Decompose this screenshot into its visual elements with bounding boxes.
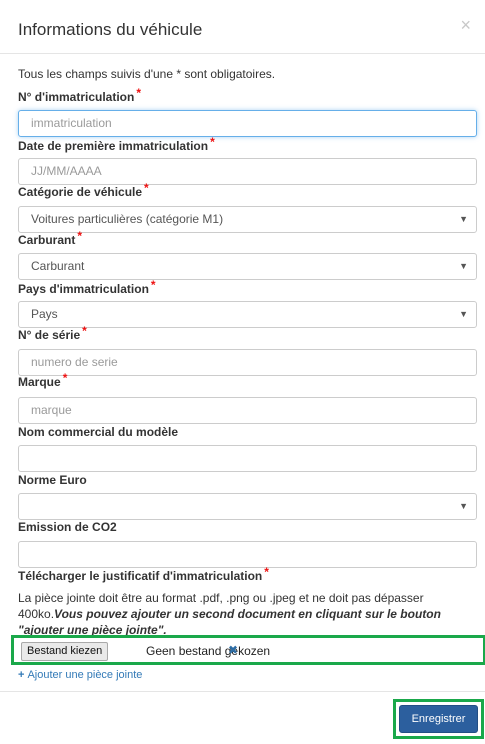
- dropdown-caret-icon: ▼: [459, 214, 468, 224]
- co2-label: Emission de CO2: [18, 520, 117, 534]
- categorie-label-text: Catégorie de véhicule: [18, 185, 143, 199]
- dropdown-caret-icon: ▼: [459, 501, 468, 511]
- no-file-text: Geen bestand gekozen: [146, 644, 271, 658]
- add-attachment-label: Ajouter une pièce jointe: [27, 669, 143, 681]
- dropdown-caret-icon: ▼: [459, 261, 468, 271]
- save-button-highlight: Enregistrer: [393, 699, 484, 739]
- upload-help-bold: Vous pouvez ajouter un second document e…: [18, 607, 441, 637]
- required-star: *: [144, 181, 149, 195]
- carburant-selected-value: Carburant: [31, 259, 85, 273]
- norme-label: Norme Euro: [18, 473, 87, 487]
- serie-input[interactable]: numero de serie: [18, 349, 477, 376]
- required-star: *: [210, 135, 215, 149]
- upload-label-text: Télécharger le justificatif d'immatricul…: [18, 569, 263, 583]
- marque-input[interactable]: marque: [18, 397, 477, 424]
- dropdown-caret-icon: ▼: [459, 309, 468, 319]
- marque-label: Marque *: [18, 371, 67, 389]
- modele-label: Nom commercial du modèle: [18, 425, 179, 439]
- marque-label-text: Marque: [18, 375, 61, 389]
- co2-input[interactable]: [18, 541, 477, 568]
- categorie-selected-value: Voitures particulières (catégorie M1): [31, 212, 224, 226]
- serie-label: N° de série *: [18, 324, 87, 342]
- footer-divider: [0, 691, 485, 692]
- add-attachment-link[interactable]: + Ajouter une pièce jointe: [18, 669, 142, 681]
- categorie-select[interactable]: Voitures particulières (catégorie M1) ▼: [18, 206, 477, 233]
- immatriculation-input[interactable]: immatriculation: [18, 110, 477, 137]
- modal-title: Informations du véhicule: [18, 20, 203, 39]
- plus-icon: +: [18, 669, 25, 681]
- remove-file-icon[interactable]: ✖: [228, 643, 238, 657]
- file-upload-field: Bestand kiezen Geen bestand gekozen ✖: [11, 635, 485, 665]
- carburant-select[interactable]: Carburant ▼: [18, 253, 477, 280]
- date-input[interactable]: JJ/MM/AAAA: [18, 158, 477, 185]
- serie-label-text: N° de série: [18, 328, 81, 342]
- required-note: Tous les champs suivis d'une * sont obli…: [18, 67, 276, 81]
- categorie-label: Catégorie de véhicule *: [18, 181, 149, 199]
- required-star: *: [150, 278, 156, 292]
- modele-input[interactable]: [18, 445, 477, 472]
- pays-label: Pays d'immatriculation *: [18, 278, 156, 296]
- date-label-text: Date de première immatriculation: [18, 139, 209, 153]
- required-star: *: [264, 565, 269, 579]
- required-star: *: [136, 86, 142, 100]
- immatriculation-label-text: N° d'immatriculation: [18, 90, 135, 104]
- modal-header: Informations du véhicule ×: [0, 0, 485, 54]
- choose-file-button[interactable]: Bestand kiezen: [21, 642, 109, 661]
- upload-label: Télécharger le justificatif d'immatricul…: [18, 565, 269, 583]
- pays-selected-value: Pays: [31, 307, 58, 321]
- carburant-label: Carburant *: [18, 229, 82, 247]
- save-button[interactable]: Enregistrer: [399, 705, 478, 733]
- pays-label-text: Pays d'immatriculation: [18, 282, 149, 296]
- carburant-label-text: Carburant: [18, 233, 76, 247]
- immatriculation-label: N° d'immatriculation *: [18, 86, 141, 104]
- date-label: Date de première immatriculation *: [18, 135, 215, 153]
- required-star: *: [77, 229, 83, 243]
- upload-help-text: La pièce jointe doit être au format .pdf…: [18, 590, 480, 638]
- close-icon[interactable]: ×: [460, 16, 471, 34]
- required-star: *: [62, 371, 68, 385]
- norme-select[interactable]: ▼: [18, 493, 477, 520]
- required-star: *: [82, 324, 87, 338]
